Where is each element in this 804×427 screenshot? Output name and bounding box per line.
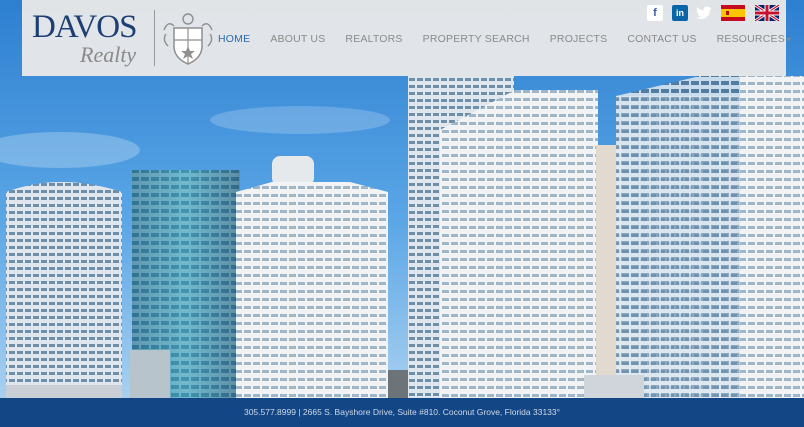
nav-property-search[interactable]: PROPERTY SEARCH [423,33,530,45]
english-flag-icon[interactable] [755,5,779,21]
nav-contact-us[interactable]: CONTACT US [627,33,696,45]
nav-realtors[interactable]: REALTORS [345,33,402,45]
crest-icon [163,13,213,65]
main-navigation: HOME ABOUT US REALTORS PROPERTY SEARCH P… [218,33,804,45]
site-header: DAVOS Realty HOME ABOUT US REALTORS PROP… [22,0,791,76]
nav-resources[interactable]: RESOURCES ▾ [717,33,792,45]
brand-subtitle: Realty [80,42,137,67]
davos-realty-logo[interactable]: DAVOS Realty [32,8,220,70]
facebook-icon[interactable]: f [647,5,663,21]
linkedin-icon[interactable]: in [672,5,688,21]
nav-projects[interactable]: PROJECTS [550,33,608,45]
nav-about-us[interactable]: ABOUT US [270,33,325,45]
chevron-down-icon: ▾ [786,35,792,44]
nav-resources-label: RESOURCES [716,33,785,45]
logo-divider [154,10,155,66]
contact-footer: 305.577.8999 | 2665 S. Bayshore Drive, S… [0,398,804,427]
brand-name: DAVOS [32,9,137,45]
nav-home[interactable]: HOME [218,33,250,45]
twitter-icon[interactable] [696,5,712,21]
spanish-flag-icon[interactable] [721,5,745,21]
